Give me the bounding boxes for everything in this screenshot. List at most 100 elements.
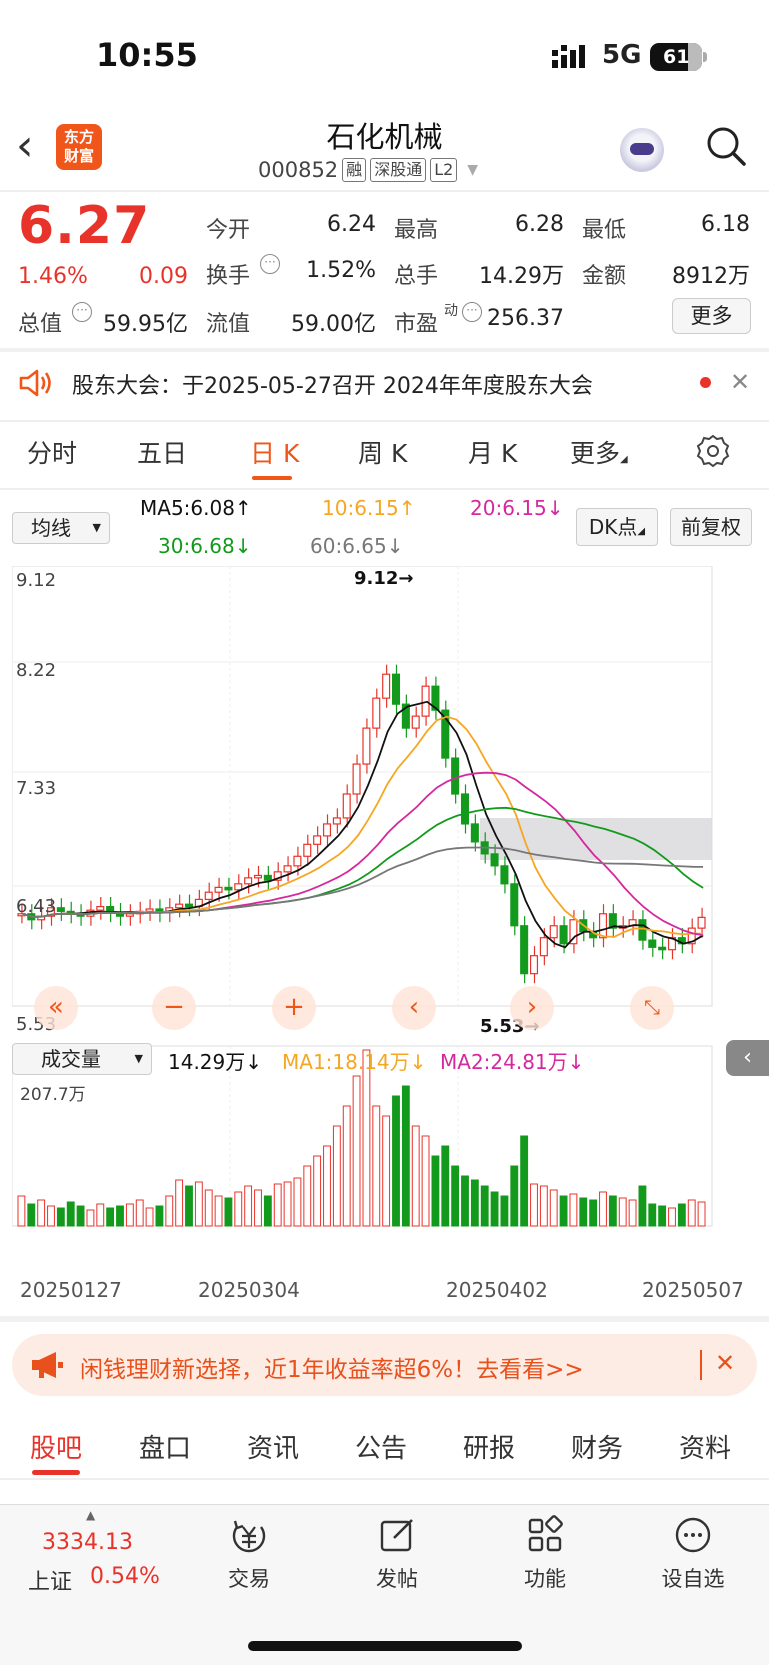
volume-bar [421, 1135, 430, 1227]
candle [263, 874, 272, 881]
candle [125, 913, 134, 917]
ad-text[interactable]: 闲钱理财新选择，近1年收益率超6%！去看看>> [80, 1350, 584, 1384]
volume-bar [480, 1185, 489, 1227]
zoom-in-icon[interactable]: + [272, 986, 316, 1030]
date-label: 20250402 [446, 1278, 548, 1302]
volume-indicator-select[interactable]: 成交量 ▼ [12, 1043, 152, 1075]
info-icon[interactable]: ··· [72, 302, 92, 322]
scroll-left-icon[interactable]: ‹ [392, 986, 436, 1030]
tab-notices[interactable]: 公告 [355, 1428, 407, 1465]
candle [658, 946, 667, 951]
volume-bar [263, 1195, 272, 1227]
float-label: 流值 [206, 312, 251, 337]
tab-research[interactable]: 研报 [463, 1428, 515, 1465]
volume-bar [145, 1207, 154, 1227]
candle [460, 793, 470, 825]
fullscreen-icon[interactable]: ⤡ [630, 986, 674, 1030]
announcement-text[interactable]: 股东大会：于2025-05-27召开 2024年年度股东大会 [72, 368, 593, 400]
tab-monthly-k[interactable]: 月 K [468, 434, 517, 470]
volume-bar [27, 1203, 36, 1227]
candle [470, 823, 479, 843]
volume-bar [510, 1165, 519, 1227]
volume-bar [451, 1165, 460, 1227]
turnover-value: 1.52% [306, 258, 376, 283]
tab-news[interactable]: 资讯 [247, 1428, 299, 1465]
close-icon[interactable]: ✕ [715, 1349, 735, 1377]
adjust-button[interactable]: 前复权 [670, 508, 752, 546]
volume-bar [224, 1197, 233, 1227]
candle [224, 886, 233, 891]
volume-bar [628, 1199, 637, 1227]
zoom-out-icon[interactable]: − [152, 986, 196, 1030]
tab-forum[interactable]: 股吧 [30, 1428, 82, 1465]
info-icon[interactable]: ··· [260, 254, 280, 274]
scroll-right-icon[interactable]: › [510, 986, 554, 1030]
candle [539, 937, 548, 957]
gear-icon[interactable] [696, 434, 730, 468]
volume-bar [17, 1195, 26, 1227]
candle [362, 727, 371, 765]
search-icon[interactable] [706, 126, 746, 166]
nav-watchlist[interactable]: 设自选 [648, 1515, 738, 1593]
candle [283, 865, 292, 873]
candle [638, 919, 647, 941]
volume-bar [135, 1199, 144, 1227]
divider [0, 1316, 769, 1322]
info-icon[interactable]: ··· [462, 302, 482, 322]
kline-chart[interactable] [12, 566, 757, 1276]
volume-bar [470, 1179, 479, 1227]
tab-five-day[interactable]: 五日 [137, 434, 187, 470]
tab-more[interactable]: 更多◢ [570, 434, 628, 470]
candle [184, 903, 194, 908]
candle [598, 913, 608, 939]
open-label: 今开 [206, 218, 251, 243]
mktcap-label: 总值 [18, 312, 63, 337]
volume-bar [608, 1195, 617, 1227]
candle [411, 715, 420, 729]
candle [234, 883, 243, 891]
battery-icon: 61 [650, 43, 707, 71]
date-label: 20250507 [642, 1278, 744, 1302]
price-axis-label: 7.33 [16, 778, 57, 799]
candle [332, 817, 341, 825]
tab-finance[interactable]: 财务 [571, 1428, 623, 1465]
candle [293, 855, 302, 867]
nav-post[interactable]: 发帖 [352, 1515, 442, 1593]
nav-functions[interactable]: 功能 [500, 1515, 590, 1593]
price-axis-label: 9.12 [16, 570, 57, 591]
volume-bar [599, 1191, 607, 1227]
stock-code-row[interactable]: 000852 融 深股通 L2 ▼ [258, 158, 478, 182]
volume-bar [283, 1181, 292, 1227]
tab-intraday[interactable]: 分时 [27, 434, 77, 470]
volume-label: 总手 [394, 264, 439, 289]
tab-daily-k[interactable]: 日 K [250, 434, 299, 470]
candle [421, 685, 430, 717]
volume-bar [56, 1207, 65, 1227]
dk-point-button[interactable]: DK点◢ [576, 508, 658, 546]
more-button[interactable]: 更多 [672, 298, 751, 334]
volume-bar [668, 1207, 676, 1227]
volume-bar [401, 1085, 410, 1227]
volume-bar [352, 1075, 361, 1227]
date-label: 20250304 [198, 1278, 300, 1302]
index-value[interactable]: 3334.13 [42, 1530, 133, 1555]
volume-bar [254, 1189, 262, 1227]
nav-trade[interactable]: 交易 [204, 1515, 294, 1593]
high-label: 最高 [394, 218, 439, 243]
volume-bar [342, 1105, 351, 1227]
volume-bar [204, 1189, 213, 1227]
vol-ma1-value: MA1:18.14万↓ [282, 1050, 427, 1074]
volume-bar [490, 1191, 499, 1227]
indicator-select[interactable]: 均线 ▼ [12, 512, 110, 544]
assistant-robot-icon[interactable] [620, 128, 664, 172]
close-icon[interactable]: ✕ [730, 368, 750, 396]
volume-bar [411, 1125, 420, 1227]
caret-up-icon: ▲ [86, 1508, 96, 1522]
scroll-left-fast-icon[interactable]: « [34, 986, 78, 1030]
tab-order-book[interactable]: 盘口 [139, 1428, 191, 1465]
tab-profile[interactable]: 资料 [679, 1428, 731, 1465]
volume-bar [392, 1095, 400, 1227]
volume-bar [520, 1135, 529, 1227]
tab-weekly-k[interactable]: 周 K [358, 434, 407, 470]
collapse-panel-icon[interactable]: ‹ [726, 1040, 769, 1076]
